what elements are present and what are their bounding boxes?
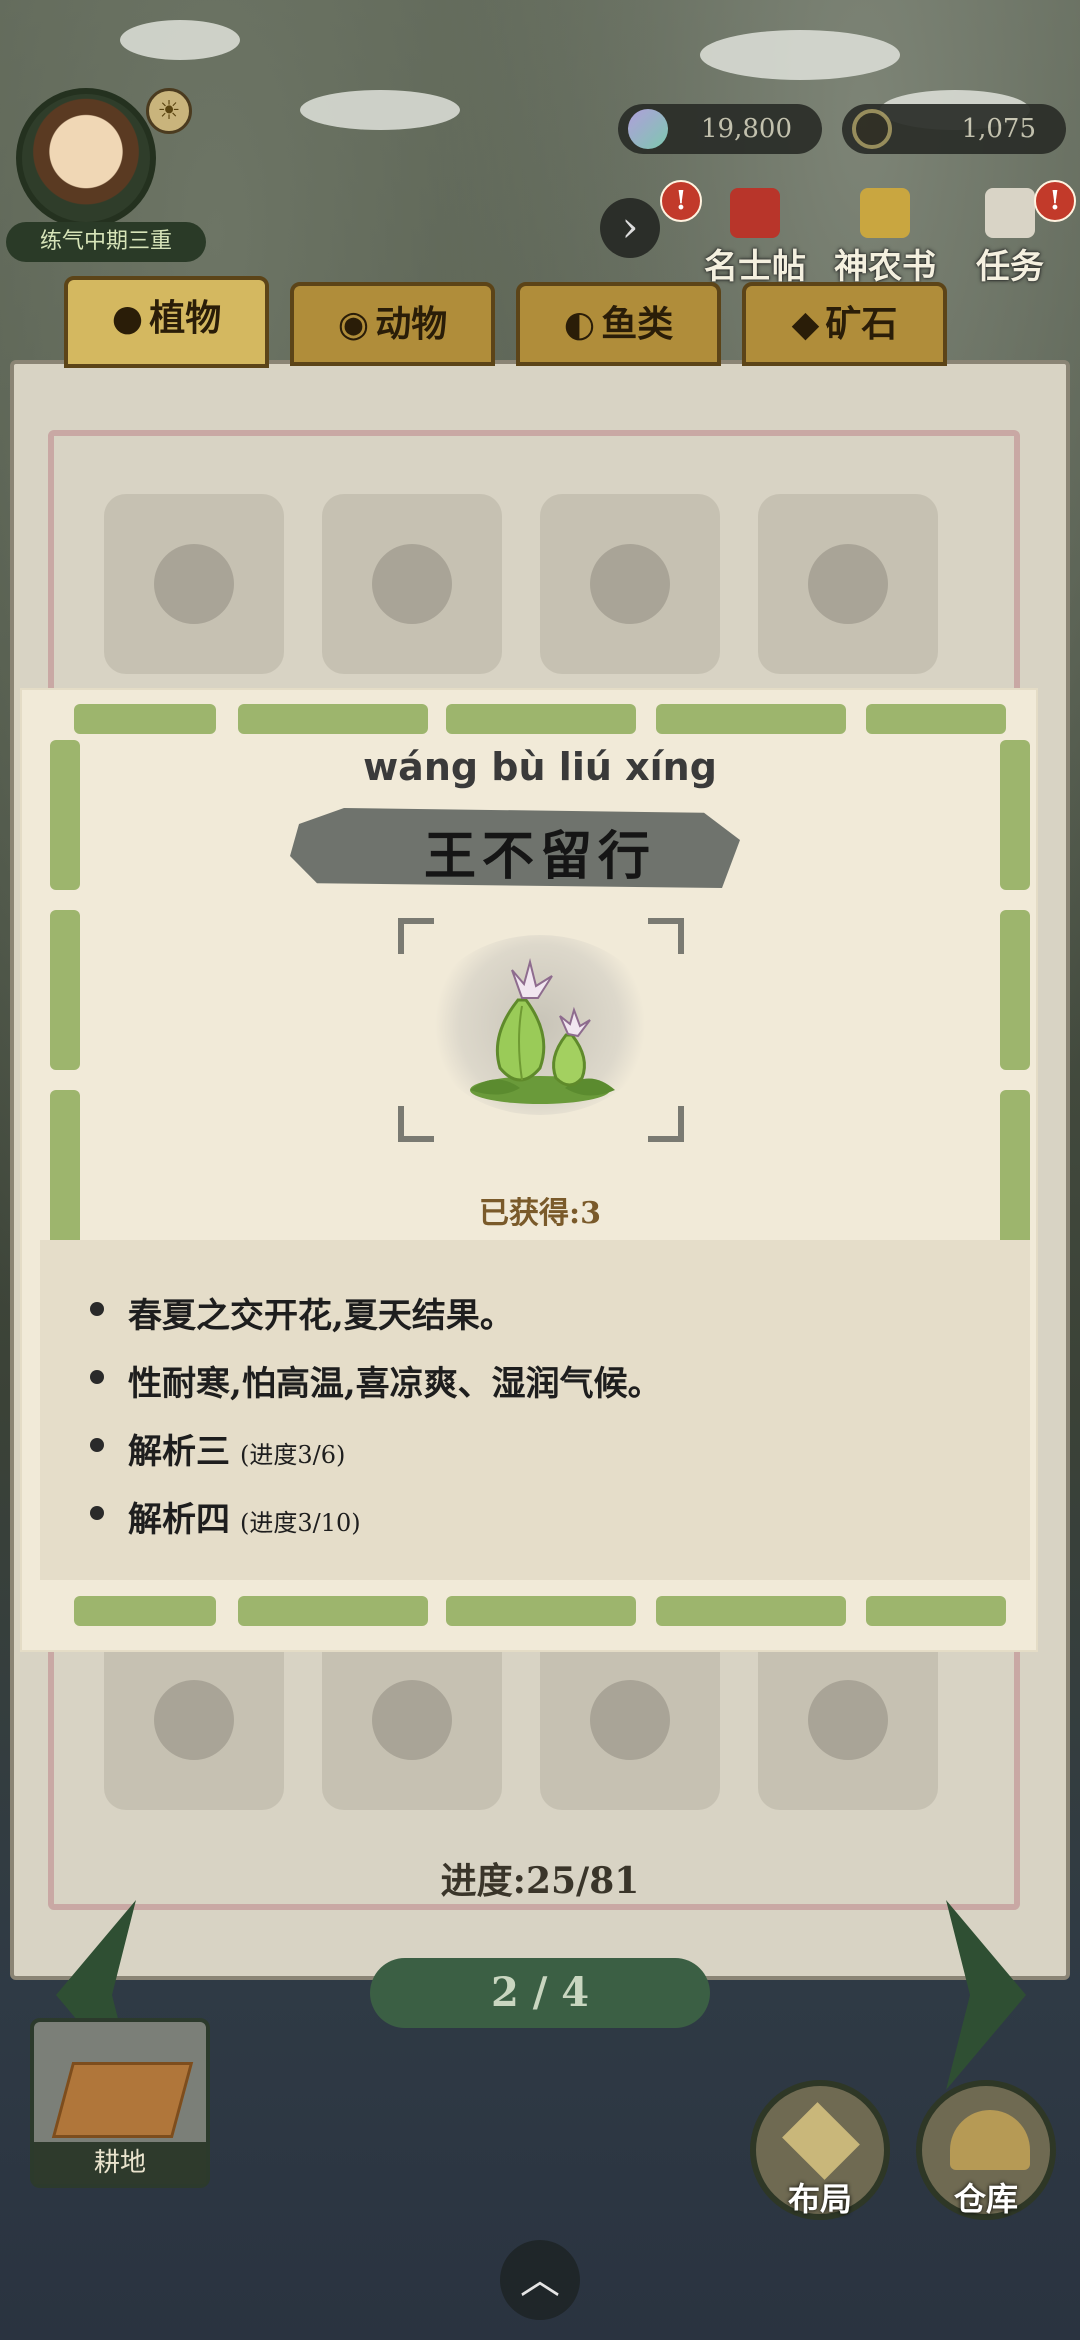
shennong-book-button[interactable]: 神农书 bbox=[830, 188, 940, 288]
snow-patch bbox=[700, 30, 900, 80]
locked-fruit-icon bbox=[372, 1680, 452, 1760]
bamboo-frame bbox=[866, 1596, 1006, 1626]
scroll-icon bbox=[985, 188, 1035, 238]
locked-fruit-icon bbox=[808, 544, 888, 624]
description-text: 春夏之交开花,夏天结果。 bbox=[128, 1296, 514, 1336]
analysis-progress: (进度3/6) bbox=[240, 1441, 346, 1469]
storage-label: 仓库 bbox=[953, 2180, 1018, 2218]
collection-slot[interactable] bbox=[322, 1630, 502, 1810]
shennong-book-label: 神农书 bbox=[834, 247, 936, 287]
layout-label: 布局 bbox=[787, 2180, 852, 2218]
bamboo-frame bbox=[656, 1596, 846, 1626]
sun-icon[interactable]: ☀ bbox=[146, 88, 192, 134]
book-icon bbox=[860, 188, 910, 238]
snow-patch bbox=[120, 20, 240, 60]
bamboo-frame bbox=[446, 1596, 636, 1626]
chevron-up-icon[interactable]: ︿ bbox=[500, 2240, 580, 2320]
tab-minerals-label: 矿石 bbox=[825, 303, 898, 345]
collection-slot[interactable] bbox=[104, 1630, 284, 1810]
celebrity-card-label: 名士帖 bbox=[704, 247, 806, 287]
expand-arrow-icon[interactable]: › bbox=[600, 198, 660, 258]
storage-hut-icon bbox=[950, 2110, 1030, 2170]
bullet-icon bbox=[90, 1438, 104, 1452]
jade-icon bbox=[628, 109, 668, 149]
player-avatar[interactable] bbox=[16, 88, 156, 228]
bamboo-frame bbox=[74, 704, 216, 734]
locked-fruit-icon bbox=[372, 544, 452, 624]
cultivation-rank: 练气中期三重 bbox=[6, 222, 206, 262]
bamboo-frame bbox=[50, 910, 80, 1070]
description-line: 性耐寒,怕高温,喜凉爽、湿润气候。 bbox=[90, 1356, 662, 1405]
frame-corner bbox=[398, 918, 434, 954]
analysis-line: 解析三 (进度3/6) bbox=[90, 1424, 346, 1473]
obtained-count: 已获得:3 bbox=[479, 1196, 601, 1231]
frame-corner bbox=[398, 1106, 434, 1142]
analysis-title: 解析三 bbox=[128, 1432, 230, 1472]
jade-amount: 19,800 bbox=[701, 114, 792, 144]
plant-icon: ● bbox=[111, 297, 144, 339]
bullet-icon bbox=[90, 1370, 104, 1384]
analysis-title: 解析四 bbox=[128, 1500, 230, 1540]
page-indicator: 2 / 4 bbox=[370, 1958, 710, 2028]
tab-animals-label: 动物 bbox=[375, 303, 448, 345]
bamboo-frame bbox=[238, 1596, 428, 1626]
tab-minerals[interactable]: ◆ 矿石 bbox=[742, 282, 947, 366]
cowherb-plant-icon bbox=[470, 958, 615, 1104]
jade-counter[interactable]: 19,800 bbox=[618, 104, 822, 154]
animal-icon: ◉ bbox=[337, 303, 370, 345]
collection-slot[interactable] bbox=[758, 494, 938, 674]
red-invitation-icon bbox=[730, 188, 780, 238]
layout-button[interactable]: 布局 bbox=[750, 2080, 890, 2220]
farmland-button[interactable]: 耕地 bbox=[30, 2018, 210, 2188]
bullet-icon bbox=[90, 1302, 104, 1316]
bamboo-frame bbox=[656, 704, 846, 734]
coin-counter[interactable]: 1,075 bbox=[842, 104, 1066, 154]
collection-slot[interactable] bbox=[540, 494, 720, 674]
alert-badge: ! bbox=[660, 180, 702, 222]
farmland-icon bbox=[51, 2062, 194, 2138]
bamboo-frame bbox=[238, 704, 428, 734]
tab-plants[interactable]: ● 植物 bbox=[64, 276, 269, 368]
ore-icon: ◆ bbox=[791, 303, 820, 345]
description-text: 性耐寒,怕高温,喜凉爽、湿润气候。 bbox=[128, 1364, 662, 1404]
description-line: 春夏之交开花,夏天结果。 bbox=[90, 1288, 514, 1337]
bamboo-frame bbox=[74, 1596, 216, 1626]
bullet-icon bbox=[90, 1506, 104, 1520]
bamboo-frame bbox=[1000, 910, 1030, 1070]
collection-slot[interactable] bbox=[540, 1630, 720, 1810]
locked-fruit-icon bbox=[590, 544, 670, 624]
tab-animals[interactable]: ◉ 动物 bbox=[290, 282, 495, 366]
alert-badge: ! bbox=[1034, 180, 1076, 222]
collection-slot[interactable] bbox=[758, 1630, 938, 1810]
storage-button[interactable]: 仓库 bbox=[916, 2080, 1056, 2220]
layout-icon bbox=[782, 2102, 860, 2180]
collection-slot[interactable] bbox=[104, 494, 284, 674]
plant-name: 王不留行 bbox=[423, 826, 656, 887]
coin-amount: 1,075 bbox=[961, 114, 1036, 144]
locked-fruit-icon bbox=[590, 1680, 670, 1760]
plant-pinyin: wáng bù liú xíng bbox=[363, 745, 717, 789]
snow-patch bbox=[300, 90, 460, 130]
coin-icon bbox=[852, 109, 892, 149]
analysis-line: 解析四 (进度3/10) bbox=[90, 1492, 361, 1541]
tab-fish-label: 鱼类 bbox=[601, 303, 674, 345]
tasks-label: 任务 bbox=[976, 247, 1044, 287]
locked-fruit-icon bbox=[154, 1680, 234, 1760]
farmland-label: 耕地 bbox=[34, 2142, 206, 2184]
frame-corner bbox=[648, 918, 684, 954]
collection-slot[interactable] bbox=[322, 494, 502, 674]
analysis-progress: (进度3/10) bbox=[240, 1509, 361, 1537]
collection-progress: 进度:25/81 bbox=[440, 1860, 640, 1902]
bamboo-frame bbox=[446, 704, 636, 734]
locked-fruit-icon bbox=[808, 1680, 888, 1760]
frame-corner bbox=[648, 1106, 684, 1142]
celebrity-card-button[interactable]: 名士帖 bbox=[700, 188, 810, 288]
tab-plants-label: 植物 bbox=[149, 297, 222, 339]
tab-fish[interactable]: ◐ 鱼类 bbox=[516, 282, 721, 366]
bamboo-frame bbox=[866, 704, 1006, 734]
locked-fruit-icon bbox=[154, 544, 234, 624]
fish-icon: ◐ bbox=[563, 303, 596, 345]
